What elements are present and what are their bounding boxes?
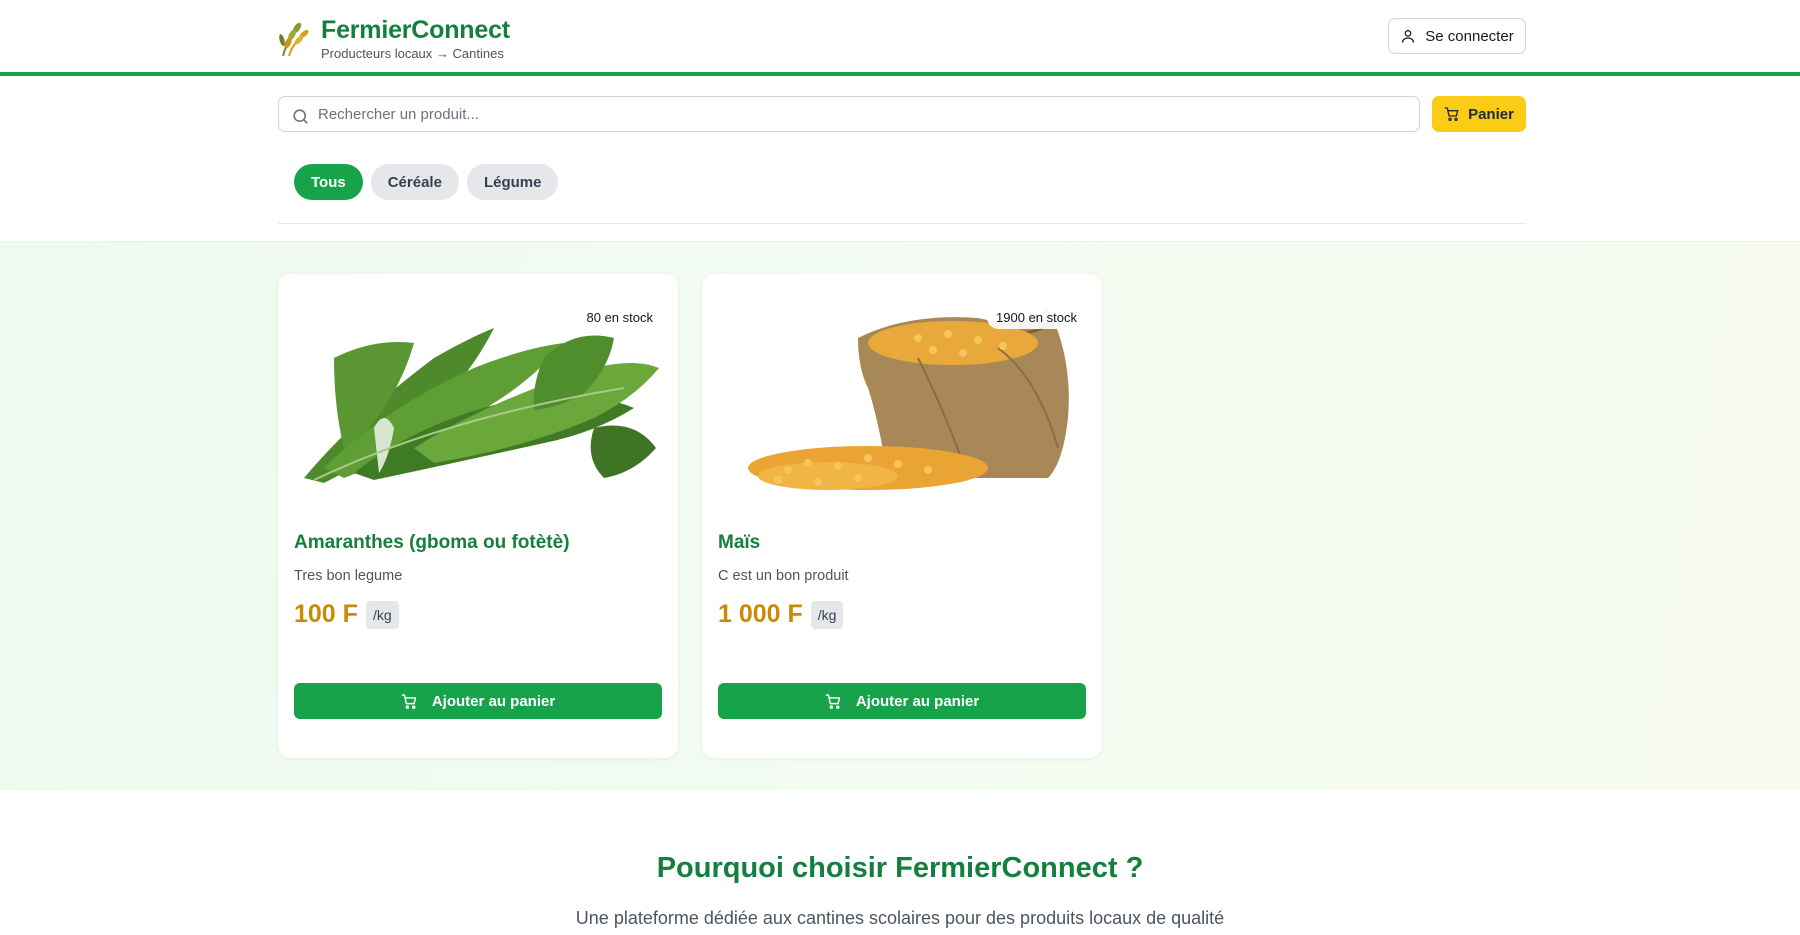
login-label: Se connecter xyxy=(1425,27,1514,45)
stock-badge: 80 en stock xyxy=(577,306,662,329)
cart-button[interactable]: Panier xyxy=(1432,96,1526,132)
user-icon xyxy=(1402,30,1415,43)
search-icon xyxy=(293,108,308,124)
filter-chip-legume[interactable]: Légume xyxy=(466,164,559,200)
brand-subtitle: Producteurs locaux → Cantines xyxy=(321,46,504,61)
add-to-cart-button[interactable]: Ajouter au panier xyxy=(718,683,1086,719)
filters-divider xyxy=(278,223,1526,224)
brand-logo[interactable]: FermierConnect Producteurs locaux → Cant… xyxy=(277,16,510,61)
cart-icon xyxy=(1444,107,1459,121)
filter-chip-tous[interactable]: Tous xyxy=(294,164,363,200)
price-row: 1 000 F /kg xyxy=(718,600,844,629)
add-to-cart-label: Ajouter au panier xyxy=(855,692,980,710)
search-input[interactable] xyxy=(318,105,1408,123)
why-subtitle: Une plateforme dédiée aux cantines scola… xyxy=(575,908,1225,928)
search-bar xyxy=(278,96,1420,132)
product-price: 1 000 F xyxy=(718,600,803,628)
product-description: Tres bon legume xyxy=(294,568,403,584)
product-grid: 80 en stock Amaranthes (gboma ou fotètè)… xyxy=(0,241,1800,790)
cart-label: Panier xyxy=(1468,105,1514,123)
product-card[interactable]: 1900 en stock Maïs C est un bon produit … xyxy=(702,274,1102,758)
wheat-icon xyxy=(279,22,309,57)
price-unit: /kg xyxy=(365,600,399,629)
login-button[interactable]: Se connecter xyxy=(1388,18,1526,54)
filter-chip-cereale[interactable]: Céréale xyxy=(370,164,459,200)
price-unit: /kg xyxy=(810,600,844,629)
price-row: 100 F /kg xyxy=(294,600,399,629)
why-title: Pourquoi choisir FermierConnect ? xyxy=(656,852,1144,884)
add-to-cart-label: Ajouter au panier xyxy=(431,692,556,710)
stock-badge: 1900 en stock xyxy=(987,306,1086,329)
product-name[interactable]: Maïs xyxy=(718,532,760,554)
brand-title: FermierConnect xyxy=(321,16,510,44)
category-filters: Tous Céréale Légume xyxy=(294,164,559,200)
product-card[interactable]: 80 en stock Amaranthes (gboma ou fotètè)… xyxy=(278,274,678,758)
cart-icon xyxy=(401,693,417,709)
app-header: FermierConnect Producteurs locaux → Cant… xyxy=(0,0,1800,76)
add-to-cart-button[interactable]: Ajouter au panier xyxy=(294,683,662,719)
product-name[interactable]: Amaranthes (gboma ou fotètè) xyxy=(294,532,570,554)
cart-icon xyxy=(825,693,841,709)
product-description: C est un bon produit xyxy=(718,568,849,584)
product-price: 100 F xyxy=(294,600,358,628)
